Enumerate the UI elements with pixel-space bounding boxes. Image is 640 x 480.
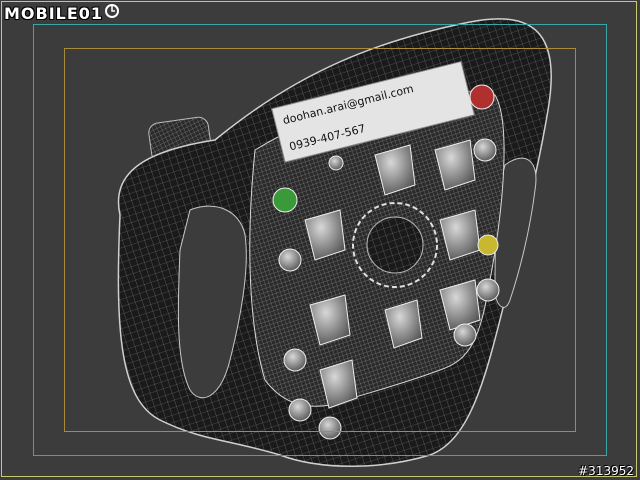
safe-frame-title bbox=[64, 48, 576, 432]
3d-viewport[interactable]: doohan.arai@gmail.com 0939-407-567 MOBIL… bbox=[0, 0, 640, 480]
watermark-brand: MOBILE01 bbox=[4, 3, 104, 23]
mobile01-watermark: MOBILE01 bbox=[4, 3, 121, 23]
mobile01-logo-icon bbox=[105, 3, 121, 23]
post-id-label: #313952 bbox=[578, 464, 634, 478]
